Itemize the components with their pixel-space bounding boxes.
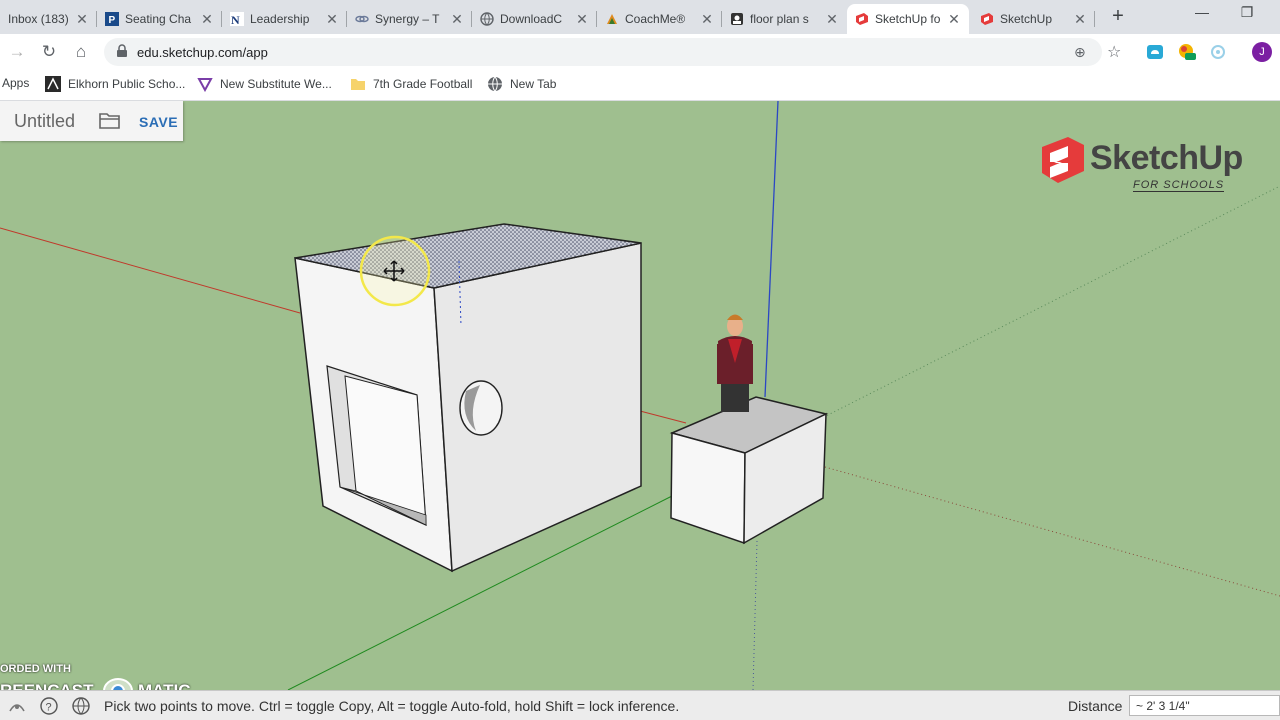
tab-leadership[interactable]: N Leadership ✕ <box>222 4 347 34</box>
address-bar[interactable]: edu.sketchup.com/app ⊕ <box>104 38 1102 66</box>
profile-avatar[interactable]: J <box>1252 42 1272 62</box>
file-name[interactable]: Untitled <box>14 111 75 132</box>
file-panel: Untitled SAVE <box>0 101 183 141</box>
coachme-icon <box>607 14 617 24</box>
tab-title: Inbox (183) <box>8 12 69 26</box>
forward-arrow-icon[interactable]: → <box>6 41 28 63</box>
extension-cloud-icon[interactable] <box>1146 43 1164 61</box>
url-text: edu.sketchup.com/app <box>137 45 268 60</box>
sketchup-logo-subtext: FOR SCHOOLS <box>1133 179 1225 192</box>
status-bar: ? Pick two points to move. Ctrl = toggle… <box>0 690 1280 720</box>
svg-text:P: P <box>109 15 116 26</box>
bookmarks-bar: Apps Elkhorn Public Scho... New Substitu… <box>0 70 1280 101</box>
lock-icon <box>117 44 127 57</box>
sketchup-icon <box>856 13 868 25</box>
small-box-left-face[interactable] <box>670 432 746 545</box>
tool-hint: Pick two points to move. Ctrl = toggle C… <box>104 698 680 714</box>
bookmark-label: New Substitute We... <box>220 77 332 91</box>
bookmark-7th-grade-football[interactable]: 7th Grade Football <box>350 76 472 92</box>
red-axis-dotted <box>824 466 1280 597</box>
help-icon[interactable]: ? <box>40 697 58 715</box>
close-icon[interactable]: ✕ <box>825 11 839 28</box>
close-icon[interactable]: ✕ <box>947 11 961 28</box>
tab-download[interactable]: DownloadC ✕ <box>472 4 597 34</box>
save-button[interactable]: SAVE <box>139 114 178 130</box>
close-icon[interactable]: ✕ <box>450 11 464 28</box>
minimize-icon[interactable]: — <box>1192 4 1212 20</box>
tab-title: floor plan s <box>750 12 809 26</box>
red-axis-segment <box>639 410 687 424</box>
globe-icon[interactable] <box>72 697 90 715</box>
tab-title: Synergy – T <box>375 12 440 26</box>
add-icon[interactable]: ⊕ <box>1074 44 1086 61</box>
extension-on-icon[interactable] <box>1178 43 1196 61</box>
tab-sketchup[interactable]: SketchUp ✕ <box>972 4 1095 34</box>
tab-floor-plan[interactable]: floor plan s ✕ <box>722 4 847 34</box>
tab-seating-chart[interactable]: P Seating Cha ✕ <box>97 4 222 34</box>
sketchup-logo-icon <box>1042 137 1084 183</box>
tab-title: SketchUp <box>1000 12 1053 26</box>
bookmark-new-substitute[interactable]: New Substitute We... <box>197 76 332 92</box>
model-scene[interactable] <box>0 101 1280 690</box>
open-folder-icon[interactable] <box>98 111 122 131</box>
tab-sketchup-for-schools[interactable]: SketchUp fo ✕ <box>847 4 969 34</box>
sketchup-logo-text: SketchUp <box>1090 139 1243 177</box>
sketchup-icon <box>981 13 993 25</box>
bookmark-label: Elkhorn Public Scho... <box>68 77 186 91</box>
tab-title: SketchUp fo <box>875 12 941 26</box>
bookmark-label: 7th Grade Football <box>373 77 473 91</box>
modeling-viewport[interactable]: Untitled SAVE SketchUp FOR SCHOOLS <box>0 101 1280 690</box>
substitute-icon <box>197 78 213 92</box>
browser-tab-strip: Inbox (183) ✕ P Seating Cha ✕ N Leadersh… <box>0 0 1280 34</box>
elkhorn-icon <box>45 76 61 92</box>
globe-icon <box>480 12 494 26</box>
tab-coachme[interactable]: CoachMe® ✕ <box>597 4 722 34</box>
globe-icon <box>488 76 502 92</box>
tab-inbox[interactable]: Inbox (183) ✕ <box>0 4 97 34</box>
watermark-line1: ORDED WITH <box>0 663 71 675</box>
bookmark-apps[interactable]: Apps <box>2 76 29 90</box>
reload-icon[interactable]: ↻ <box>38 41 60 63</box>
instructor-icon[interactable] <box>8 697 26 715</box>
svg-text:?: ? <box>46 702 52 714</box>
bookmark-elkhorn[interactable]: Elkhorn Public Scho... <box>45 76 185 92</box>
svg-text:N: N <box>231 13 240 26</box>
measurements-input[interactable]: ~ 2' 3 1/4" <box>1129 695 1280 716</box>
extension-circle-icon[interactable] <box>1209 43 1227 61</box>
blue-axis-dotted <box>752 540 758 690</box>
measurements-label: Distance <box>1068 698 1123 714</box>
bookmark-label: Apps <box>2 76 30 90</box>
close-icon[interactable]: ✕ <box>700 11 714 28</box>
n-logo-icon: N <box>230 12 244 26</box>
person-figure[interactable] <box>717 314 753 413</box>
p-logo-icon: P <box>105 12 119 26</box>
green-axis-dotted <box>819 185 1280 420</box>
bookmark-new-tab[interactable]: New Tab <box>487 76 556 92</box>
close-icon[interactable]: ✕ <box>575 11 589 28</box>
bookmark-label: New Tab <box>510 77 557 91</box>
home-icon[interactable]: ⌂ <box>70 41 92 63</box>
restore-icon[interactable]: ❐ <box>1237 4 1257 21</box>
close-icon[interactable]: ✕ <box>75 11 89 28</box>
red-axis <box>0 227 301 314</box>
image-icon <box>731 13 743 25</box>
close-icon[interactable]: ✕ <box>325 11 339 28</box>
tab-synergy[interactable]: Synergy – T ✕ <box>347 4 472 34</box>
close-icon[interactable]: ✕ <box>1073 11 1087 28</box>
folder-icon <box>351 79 365 90</box>
tab-title: Leadership <box>250 12 310 26</box>
tab-title: Seating Cha <box>125 12 192 26</box>
tab-title: DownloadC <box>500 12 563 26</box>
browser-toolbar: → ↻ ⌂ edu.sketchup.com/app ⊕ ☆ J <box>0 34 1280 70</box>
tab-title: CoachMe® <box>625 12 686 26</box>
link-icon <box>355 15 369 23</box>
new-tab-button[interactable]: + <box>1107 5 1129 27</box>
blue-axis <box>764 101 779 398</box>
close-icon[interactable]: ✕ <box>200 11 214 28</box>
star-icon[interactable]: ☆ <box>1107 42 1121 62</box>
